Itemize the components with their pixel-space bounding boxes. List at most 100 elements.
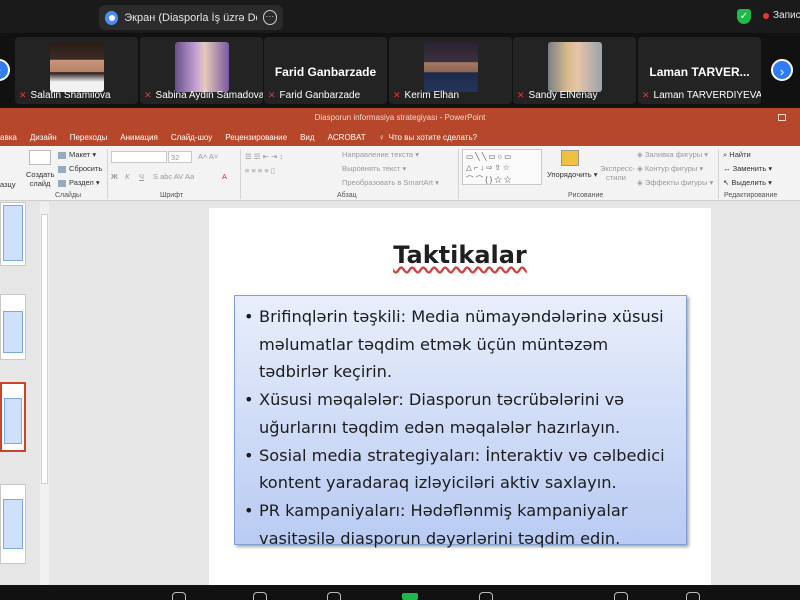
new-slide-icon[interactable] — [29, 150, 51, 165]
participant-name: ✕ Laman TARVERDIYEVA — [642, 90, 761, 101]
paste-button[interactable]: азцу — [0, 180, 16, 189]
more-options-icon[interactable]: ··· — [262, 10, 277, 25]
shape-outline-button[interactable]: ◈ Контур фигуры ▾ — [637, 164, 703, 173]
shapes-gallery[interactable]: ▭ ╲ ╲ ▭ ○ ▭ △ ⌐ ↓ ⇨ ⇧ ☆ ⌒ ⌒ { } ☆ ☆ — [462, 149, 542, 185]
bullet-list: Brifinqlərin təşkili: Media nümayəndələr… — [243, 303, 678, 552]
slide-thumbnail-panel — [0, 202, 40, 585]
strikethrough-icon[interactable]: S abc AV Aa — [153, 172, 194, 181]
group-drawing-label: Рисование — [568, 192, 604, 199]
replace-button[interactable]: ↔ Заменить ▾ — [723, 164, 772, 173]
italic-icon[interactable]: К — [125, 172, 129, 181]
scrollbar-thumb[interactable] — [41, 214, 48, 484]
participant-tile[interactable]: Laman TARVER... ✕ Laman TARVERDIYEVA — [638, 37, 761, 104]
grow-font-icon[interactable]: A˄ A˅ — [198, 152, 218, 161]
share-indicator-label: Экран (Diasporla İş üzrə Dövlət — [124, 11, 256, 24]
group-editing-label: Редактирование — [724, 192, 778, 199]
screen-share-indicator[interactable]: Экран (Diasporla İş üzrə Dövlət ··· — [99, 5, 283, 30]
ribbon-separator — [107, 149, 108, 199]
bold-icon[interactable]: Ж — [111, 172, 118, 181]
next-page-arrow-icon[interactable]: › — [771, 59, 793, 81]
tab-design[interactable]: Дизайн — [30, 133, 57, 142]
participant-name: ✕ Sandy ElNenay — [517, 90, 598, 101]
share-screen-icon[interactable] — [402, 593, 418, 600]
participant-tile[interactable]: ✕ Kerim Elhan — [389, 37, 512, 104]
shape-fill-button[interactable]: ◈ Заливка фигуры ▾ — [637, 150, 708, 159]
apps-icon[interactable] — [479, 592, 493, 600]
select-icon: ↖ — [723, 178, 730, 187]
participants-icon[interactable] — [172, 592, 186, 600]
tab-insert[interactable]: авка — [0, 133, 17, 142]
underline-icon[interactable]: Ч — [139, 172, 144, 181]
share-screen-icon — [105, 10, 119, 25]
participant-tile[interactable]: ✕ Sabina Aydin Samadova — [140, 37, 263, 104]
tab-view[interactable]: Вид — [300, 133, 314, 142]
tab-acrobat[interactable]: ACROBAT — [328, 133, 366, 142]
participant-name: ✕ Sabina Aydin Samadova — [144, 90, 263, 101]
find-button[interactable]: ⌕ Найти — [723, 150, 751, 160]
security-shield-icon[interactable]: ✓ — [737, 9, 751, 24]
window-title-bar: Diasporun informasiya strategiyası - Pow… — [0, 108, 800, 128]
participant-tile[interactable]: ✕ Salatin Shamilova — [15, 37, 138, 104]
layout-button[interactable]: Макет ▾ — [58, 150, 96, 159]
tab-slideshow[interactable]: Слайд-шоу — [171, 133, 212, 142]
replace-icon: ↔ — [723, 164, 731, 173]
slide-title[interactable]: Taktikalar — [209, 241, 711, 269]
slide-thumbnail[interactable] — [0, 484, 26, 564]
reset-icon — [58, 165, 66, 173]
recording-label: Запис — [773, 10, 800, 21]
slide-thumbnail-selected[interactable] — [0, 382, 26, 452]
section-button[interactable]: Раздел ▾ — [58, 178, 100, 187]
font-name-box[interactable] — [111, 151, 167, 163]
react-icon[interactable] — [327, 592, 341, 600]
participant-name: ✕ Farid Ganbarzade — [268, 90, 361, 101]
slide[interactable]: Taktikalar Brifinqlərin təşkili: Media n… — [209, 208, 711, 585]
mic-muted-icon: ✕ — [19, 90, 27, 100]
bullets-icon[interactable]: ☰ ☰ ⇤ ⇥ ↕ — [245, 152, 283, 161]
bullet-item: Sosial media strategiyaları: İnteraktiv … — [243, 442, 678, 497]
align-icons[interactable]: ≡ ≡ ≡ ≡ ▯ — [245, 166, 275, 175]
meeting-top-bar: Экран (Diasporla İş üzrə Dövlət ··· ✓ За… — [0, 0, 800, 33]
select-button[interactable]: ↖ Выделить ▾ — [723, 178, 772, 187]
slide-thumbnail[interactable] — [0, 294, 26, 360]
search-icon: ⌕ — [723, 150, 728, 159]
mic-muted-icon: ✕ — [642, 90, 650, 100]
participant-display-name: Laman TARVER... — [649, 65, 750, 79]
font-color-icon[interactable]: A — [222, 172, 227, 181]
more-icon[interactable] — [686, 592, 700, 600]
restore-window-icon[interactable] — [778, 114, 786, 121]
participant-name: ✕ Salatin Shamilova — [19, 90, 111, 101]
new-slide-button[interactable]: Создать слайд — [26, 170, 55, 188]
participant-video — [547, 42, 602, 92]
ribbon-separator — [458, 149, 459, 199]
tell-me-box[interactable]: ♀ Что вы хотите сделать? — [379, 133, 490, 142]
chat-icon[interactable] — [253, 592, 267, 600]
slide-thumbnail[interactable] — [0, 202, 26, 266]
convert-smartart-button[interactable]: Преобразовать в SmartArt ▾ — [342, 178, 439, 187]
thumbnail-scrollbar[interactable] — [40, 202, 49, 585]
font-size-box[interactable]: 32 — [168, 151, 192, 163]
arrange-button[interactable]: Упорядочить ▾ — [547, 170, 598, 179]
slide-content-box[interactable]: Brifinqlərin təşkili: Media nümayəndələr… — [234, 295, 687, 548]
notes-icon[interactable] — [614, 592, 628, 600]
text-direction-button[interactable]: Направление текста ▾ — [342, 150, 419, 159]
tab-transitions[interactable]: Переходы — [70, 133, 108, 142]
quick-styles-button[interactable]: Экспресс-стили — [600, 164, 635, 182]
recording-indicator[interactable]: Запис — [763, 10, 800, 21]
arrange-icon[interactable] — [561, 150, 579, 166]
reset-button[interactable]: Сбросить — [58, 164, 102, 173]
participant-tile[interactable]: ✕ Sandy ElNenay — [513, 37, 636, 104]
section-icon — [58, 179, 66, 187]
align-text-button[interactable]: Выровнять текст ▾ — [342, 164, 406, 173]
mic-muted-icon: ✕ — [517, 90, 525, 100]
tab-animation[interactable]: Анимация — [120, 133, 158, 142]
participant-display-name: Farid Ganbarzade — [274, 65, 377, 79]
participant-strip: ‹ ✕Salatin Shamilova ✕Sabina Aydin Samad… — [0, 33, 800, 108]
meeting-bottom-toolbar — [0, 585, 800, 600]
participant-tile[interactable]: Farid Ganbarzade ✕ Farid Ganbarzade — [264, 37, 387, 104]
lightbulb-icon: ♀ — [378, 132, 385, 142]
shape-effects-button[interactable]: ◈ Эффекты фигуры ▾ — [637, 178, 713, 187]
participant-name: ✕ Kerim Elhan — [393, 90, 460, 101]
prev-page-arrow-icon[interactable]: ‹ — [0, 59, 10, 81]
tab-review[interactable]: Рецензирование — [225, 133, 287, 142]
layout-icon — [58, 151, 66, 159]
